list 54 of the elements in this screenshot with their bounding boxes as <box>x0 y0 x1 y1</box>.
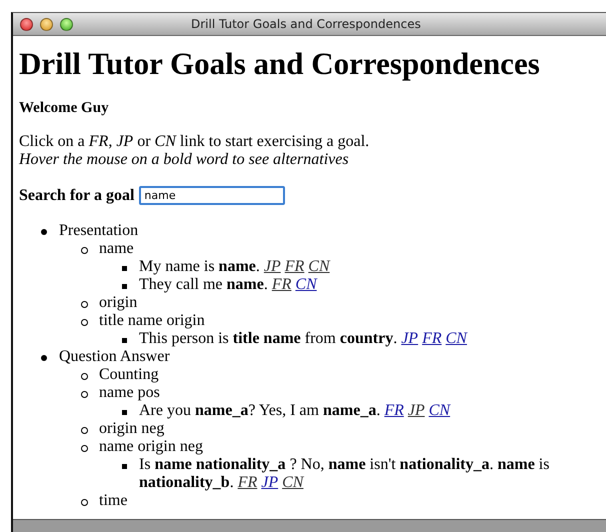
square-bullet-icon <box>122 410 127 415</box>
page-heading: Drill Tutor Goals and Correspondences <box>19 46 541 82</box>
language-link[interactable]: FR <box>284 258 304 275</box>
circle-bullet-icon <box>81 247 88 254</box>
search-field[interactable]: name <box>139 186 286 205</box>
example-sentence: Is name nationality_a ? No, name isn't nationality_a. name is nationality_b. FR JP CN <box>139 456 550 492</box>
minimize-button[interactable] <box>40 18 53 30</box>
goal-name[interactable]: origin neg <box>99 420 164 438</box>
instruction-text: Click on a FR, JP or CN link to start exercising a goal. <box>19 133 370 151</box>
circle-bullet-icon <box>81 499 88 506</box>
goal-name[interactable]: title name origin <box>99 312 579 330</box>
zoom-button[interactable] <box>60 18 73 30</box>
disc-bullet-icon <box>41 229 47 235</box>
square-bullet-icon <box>122 338 127 343</box>
language-link[interactable]: JP <box>408 402 425 419</box>
goal-name[interactable]: name origin neg <box>99 438 579 456</box>
window-title: Drill Tutor Goals and Correspondences <box>191 17 421 31</box>
search-label: Search for a goal <box>19 186 134 204</box>
example-sentence: They call me name. FR CN <box>139 276 318 294</box>
goal-category: Question Answer <box>59 348 171 366</box>
goal-name[interactable]: time <box>99 492 128 510</box>
goal-name[interactable]: name pos <box>99 384 579 402</box>
language-link[interactable]: JP <box>261 474 278 491</box>
goal-name[interactable]: Counting <box>99 366 159 384</box>
circle-bullet-icon <box>81 427 88 434</box>
circle-bullet-icon <box>81 391 88 398</box>
language-link[interactable]: FR <box>272 276 292 293</box>
welcome-text: Welcome Guy <box>19 99 110 117</box>
language-link[interactable]: CN <box>428 402 450 419</box>
circle-bullet-icon <box>81 319 88 326</box>
example-sentence: This person is title name from country. JP FR CN <box>139 330 469 348</box>
circle-bullet-icon <box>81 301 88 308</box>
language-link[interactable]: JP <box>401 330 418 347</box>
square-bullet-icon <box>122 464 127 469</box>
language-link[interactable]: JP <box>264 258 281 275</box>
disc-bullet-icon <box>41 355 47 361</box>
language-link[interactable]: CN <box>308 258 330 275</box>
language-link[interactable]: FR <box>422 330 442 347</box>
example-sentence: Are you name_a? Yes, I am name_a. FR JP CN <box>139 402 452 420</box>
circle-bullet-icon <box>81 373 88 380</box>
close-button[interactable] <box>20 18 33 30</box>
hint-text: Hover the mouse on a bold word to see alternatives <box>19 151 350 169</box>
language-link[interactable]: CN <box>282 474 304 491</box>
language-link[interactable]: CN <box>446 330 467 347</box>
square-bullet-icon <box>122 266 127 271</box>
square-bullet-icon <box>122 284 127 289</box>
goal-name[interactable]: origin <box>99 294 138 312</box>
goal-name[interactable]: name <box>99 240 579 258</box>
language-link[interactable]: CN <box>295 276 317 293</box>
example-sentence: My name is name. JP FR CN <box>139 258 332 276</box>
language-link[interactable]: FR <box>238 474 258 491</box>
goal-category: Presentation <box>59 222 140 240</box>
language-link[interactable]: FR <box>384 402 404 419</box>
circle-bullet-icon <box>81 445 88 452</box>
